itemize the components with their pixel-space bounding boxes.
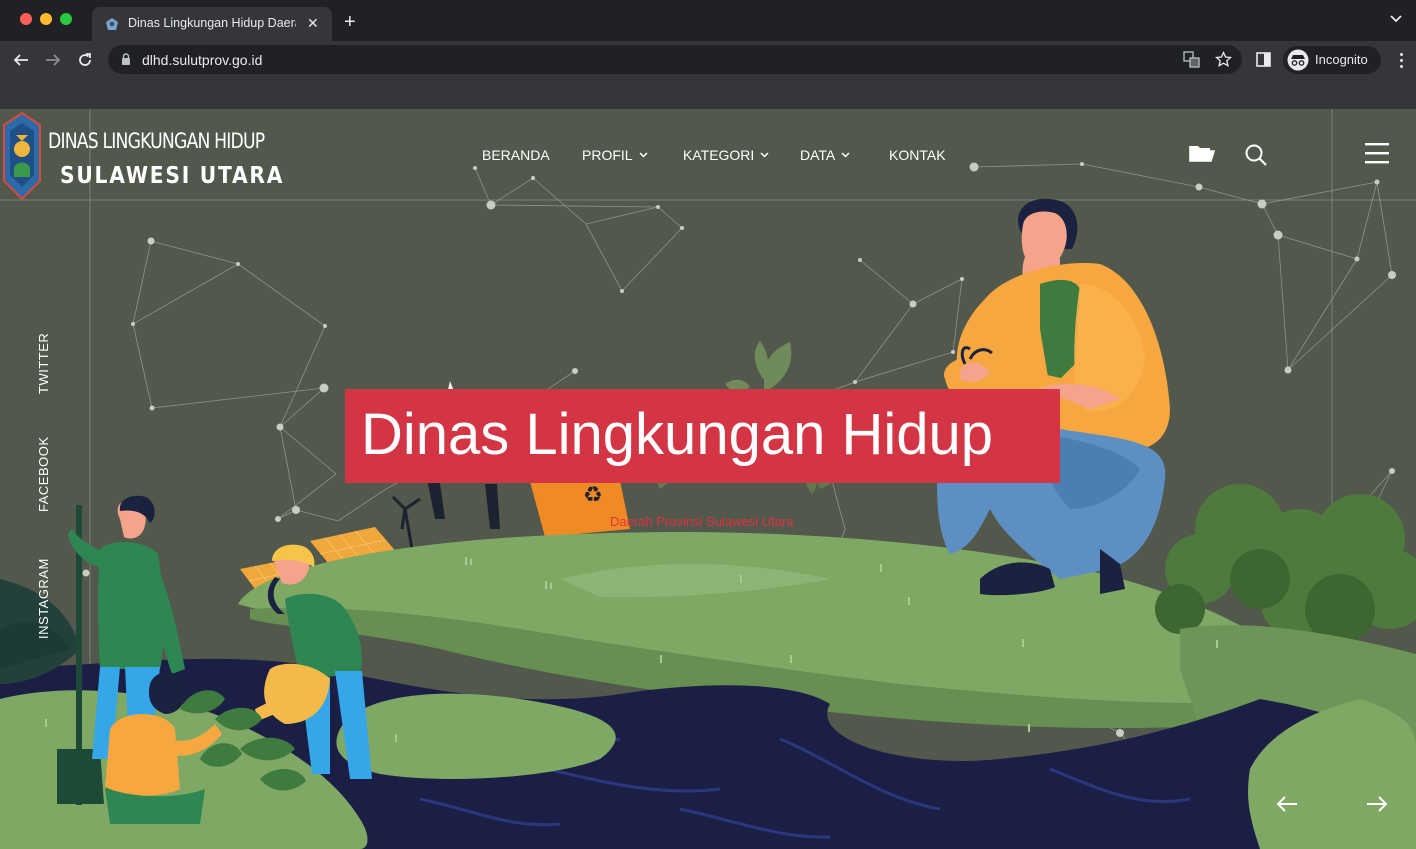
nav-item-profil[interactable]: PROFIL [582, 147, 648, 163]
reload-icon[interactable] [74, 49, 96, 71]
social-link-facebook[interactable]: FACEBOOK [36, 436, 51, 512]
browser-toolbar: dlhd.sulutprov.go.id Incognito [0, 41, 1416, 78]
nav-label: KATEGORI [683, 147, 755, 163]
browser-menu-icon[interactable] [1390, 49, 1412, 71]
incognito-icon [1287, 49, 1309, 71]
folder-icon[interactable] [1189, 143, 1215, 163]
nav-item-kategori[interactable]: KATEGORI [683, 147, 769, 163]
browser-tab[interactable]: Dinas Lingkungan Hidup Daera ✕ [92, 7, 332, 41]
nav-item-data[interactable]: DATA [800, 147, 850, 163]
nav-item-beranda[interactable]: BERANDA [482, 147, 550, 163]
lock-icon [122, 53, 130, 65]
chevron-down-icon [841, 152, 850, 158]
bookmark-bar [0, 78, 1416, 109]
bookmark-star-icon[interactable] [1215, 51, 1232, 68]
window-close-button[interactable] [20, 13, 32, 25]
website-page: ♻ DINAS LINGKUNGAN HIDUP SULAWESI UTARA … [0, 109, 1416, 849]
side-panel-icon[interactable] [1256, 52, 1271, 67]
nav-label: DATA [800, 147, 836, 163]
social-link-instagram[interactable]: INSTAGRAM [36, 558, 51, 639]
nav-label: KONTAK [889, 147, 946, 163]
arrow-left-icon[interactable] [1276, 795, 1298, 813]
tab-title: Dinas Lingkungan Hidup Daera [128, 16, 296, 30]
forward-icon[interactable] [42, 49, 64, 71]
logo-title-line1: DINAS LINGKUNGAN HIDUP [48, 129, 265, 153]
translate-icon[interactable] [1183, 51, 1200, 68]
new-tab-button[interactable]: + [344, 12, 356, 32]
nav-item-kontak[interactable]: KONTAK [889, 147, 946, 163]
url-text: dlhd.sulutprov.go.id [142, 52, 263, 68]
back-icon[interactable] [10, 49, 32, 71]
menu-icon[interactable] [1365, 142, 1389, 164]
site-logo[interactable]: DINAS LINGKUNGAN HIDUP SULAWESI UTARA [0, 109, 282, 201]
incognito-label: Incognito [1315, 52, 1368, 67]
chevron-down-icon [760, 152, 769, 158]
arrow-right-icon[interactable] [1366, 795, 1388, 813]
incognito-badge[interactable]: Incognito [1283, 46, 1381, 74]
logo-title-line2: SULAWESI UTARA [60, 163, 285, 189]
hero-subtitle: Daerah Provinsi Sulawesi Utara [610, 514, 794, 529]
province-emblem-icon [3, 111, 41, 201]
chevron-down-icon [639, 152, 648, 158]
hero-title-box: Dinas Lingkungan Hidup [345, 389, 1060, 483]
site-favicon-icon [106, 18, 118, 30]
nav-label: BERANDA [482, 147, 550, 163]
address-bar[interactable]: dlhd.sulutprov.go.id [108, 45, 1242, 74]
tab-search-chevron-icon[interactable] [1390, 15, 1402, 23]
svg-text:♻: ♻ [583, 483, 603, 508]
social-link-twitter[interactable]: TWITTER [36, 333, 51, 394]
nav-label: PROFIL [582, 147, 633, 163]
window-minimize-button[interactable] [40, 13, 52, 25]
hero-title: Dinas Lingkungan Hidup [361, 402, 993, 467]
browser-tab-bar: Dinas Lingkungan Hidup Daera ✕ + [0, 0, 1416, 41]
window-maximize-button[interactable] [60, 13, 72, 25]
search-icon[interactable] [1244, 143, 1268, 167]
tab-close-icon[interactable]: ✕ [307, 15, 319, 31]
